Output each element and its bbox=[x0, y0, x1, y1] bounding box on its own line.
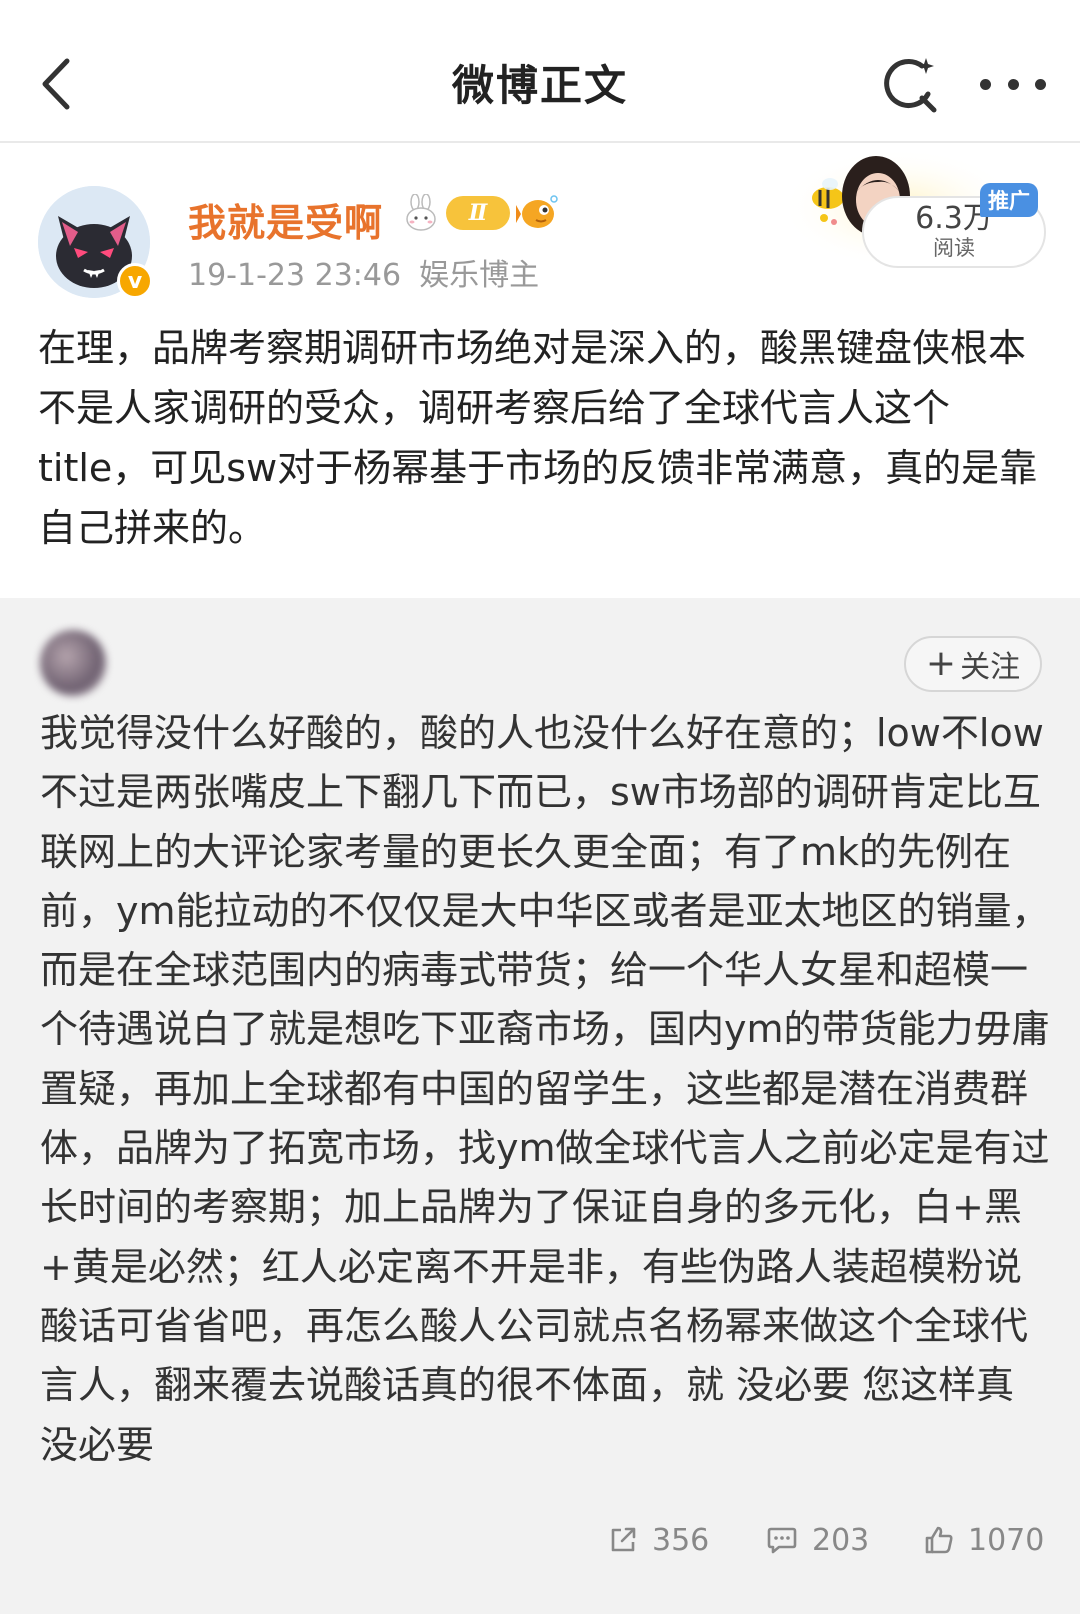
follow-button[interactable]: + 关注 bbox=[904, 636, 1042, 692]
fish-badge-icon bbox=[516, 195, 558, 228]
comment-icon bbox=[767, 1527, 797, 1554]
more-icon bbox=[980, 78, 991, 90]
like-button[interactable]: 1070 bbox=[924, 1512, 1044, 1568]
post-source: 娱乐博主 bbox=[419, 258, 540, 293]
repost-card[interactable]: + 关注 我觉得没什么好酸的，酸的人也没什么好在意的；low不low不过是两张嘴… bbox=[0, 598, 1080, 1614]
level-badge: Ⅱ bbox=[446, 196, 510, 230]
more-button[interactable] bbox=[980, 64, 1046, 104]
read-count-label: 阅读 bbox=[933, 236, 975, 260]
more-icon bbox=[1007, 78, 1019, 90]
username[interactable]: 我就是受啊 bbox=[188, 192, 383, 247]
comment-button[interactable]: 203 bbox=[766, 1512, 869, 1568]
search-icon bbox=[884, 58, 937, 113]
post-meta: 19-1-23 23:46 娱乐博主 bbox=[188, 250, 539, 294]
verified-badge: v bbox=[117, 263, 153, 299]
top-nav-bar: 微博正文 bbox=[0, 0, 1080, 143]
search-button[interactable] bbox=[878, 54, 940, 116]
repost-avatar[interactable] bbox=[40, 630, 106, 696]
promo-tag: 推广 bbox=[980, 183, 1038, 217]
repost-button[interactable]: 356 bbox=[608, 1512, 709, 1568]
repost-count: 356 bbox=[652, 1522, 710, 1558]
action-bar: 356 203 1070 bbox=[0, 1512, 1080, 1568]
thumbs-up-icon bbox=[925, 1526, 953, 1554]
post-time: 19-1-23 23:46 bbox=[188, 258, 402, 293]
repost-username-blurred[interactable] bbox=[124, 644, 274, 678]
share-icon bbox=[611, 1527, 636, 1552]
post-text: 在理，品牌考察期调研市场绝对是深入的，酸黑键盘侠根本不是人家调研的受众，调研考察… bbox=[38, 326, 1038, 550]
comment-count: 203 bbox=[812, 1522, 870, 1558]
repost-text: 我觉得没什么好酸的，酸的人也没什么好在意的；low不low不过是两张嘴皮上下翻几… bbox=[40, 711, 1050, 1467]
user-badges: Ⅱ bbox=[402, 193, 560, 233]
like-count: 1070 bbox=[968, 1522, 1045, 1558]
more-icon bbox=[1035, 78, 1046, 90]
follow-label: 关注 bbox=[960, 650, 1021, 685]
rabbit-badge-icon bbox=[406, 194, 436, 231]
plus-icon: + bbox=[925, 643, 957, 684]
